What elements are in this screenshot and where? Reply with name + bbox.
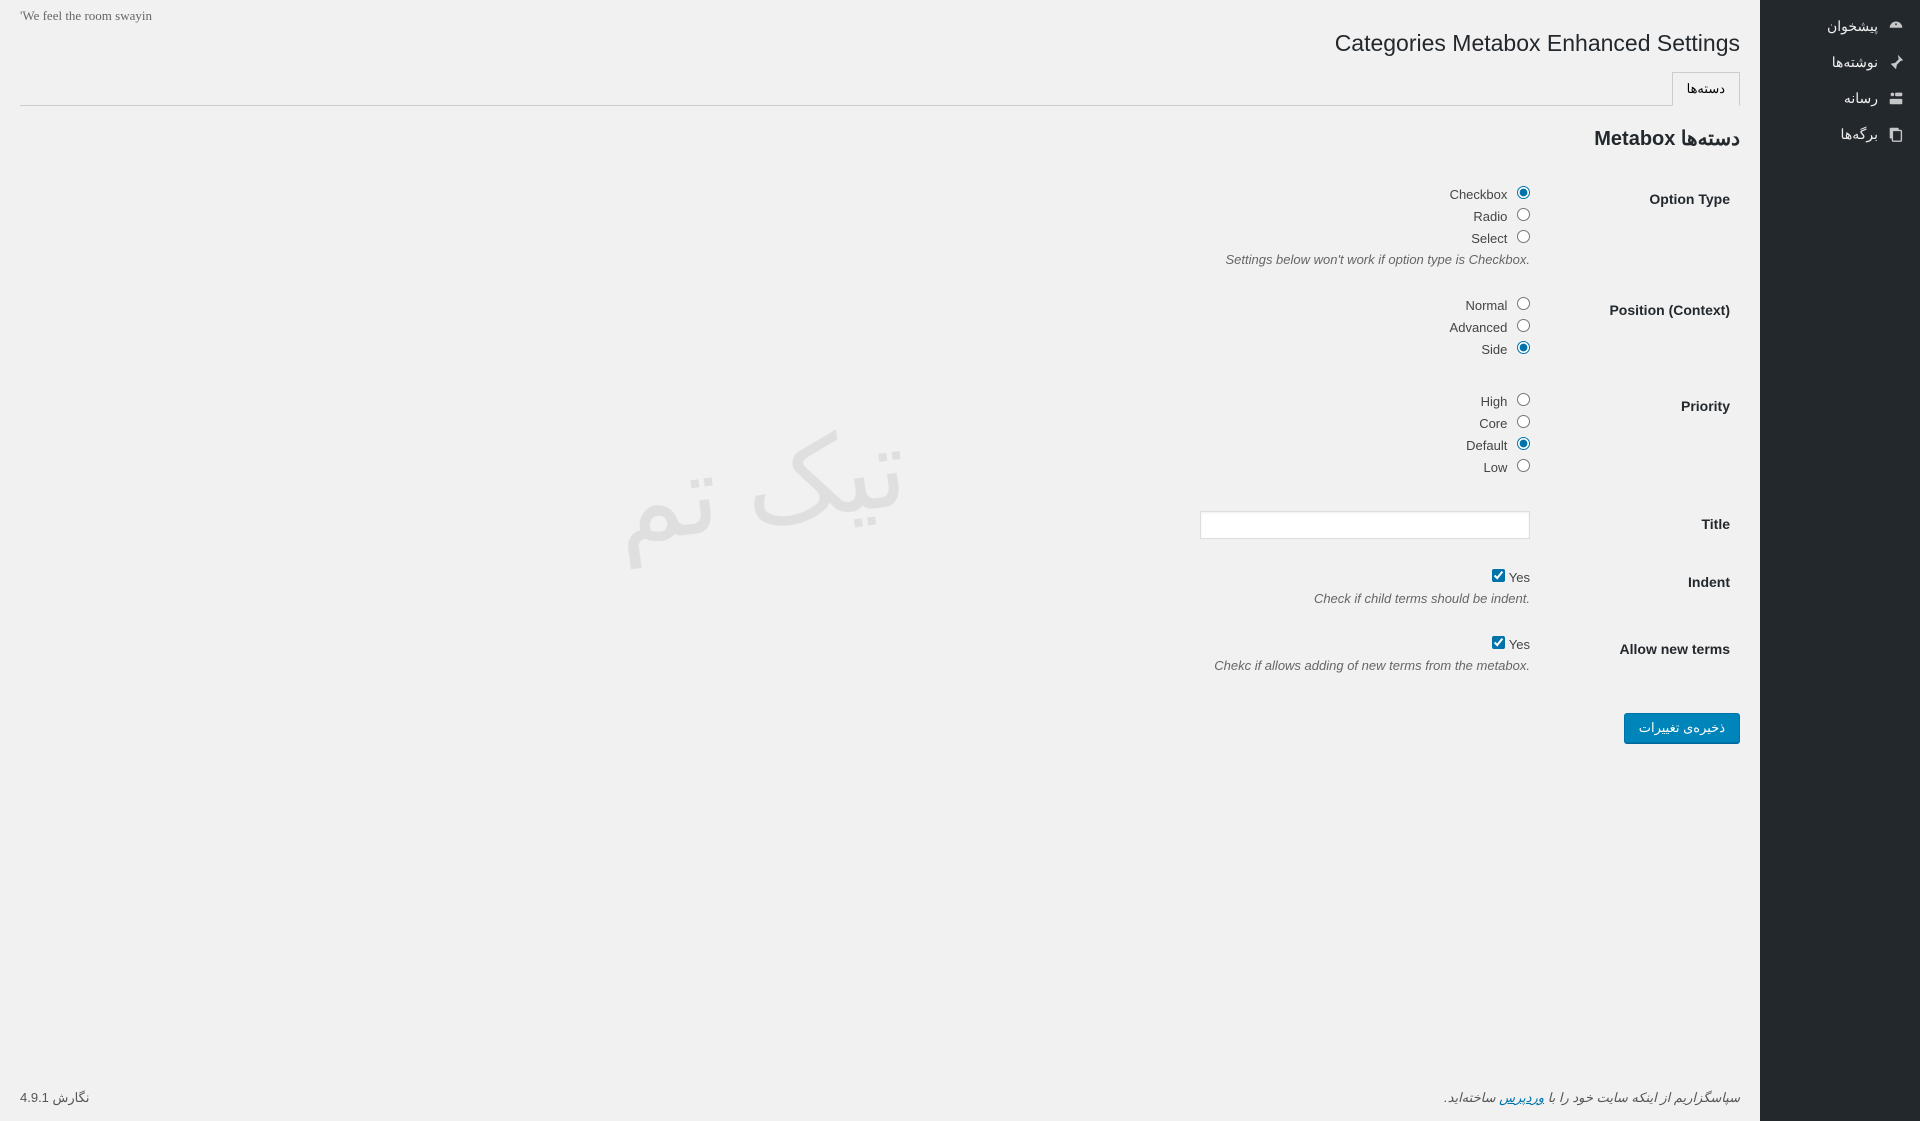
dashboard-icon (1886, 16, 1906, 36)
label-indent: Indent (1540, 554, 1740, 621)
label-priority: Priority (1540, 378, 1740, 496)
checkbox-indent[interactable] (1492, 569, 1505, 582)
option-type-select[interactable]: Select (30, 230, 1530, 246)
allow-new-yes[interactable]: Yes (1486, 637, 1530, 652)
indent-yes[interactable]: Yes (1486, 570, 1530, 585)
radio-normal[interactable] (1517, 297, 1530, 310)
pin-icon (1886, 52, 1906, 72)
allow-new-description: Chekc if allows adding of new terms from… (30, 658, 1530, 673)
media-icon (1886, 88, 1906, 108)
sidebar-item-posts[interactable]: نوشته‌ها (1760, 44, 1920, 80)
label-title: Title (1540, 496, 1740, 554)
radio-select[interactable] (1517, 230, 1530, 243)
footer: سپاسگزاریم از اینکه سایت خود را با وردپر… (0, 1075, 1760, 1121)
wordpress-link[interactable]: وردپرس (1499, 1090, 1544, 1105)
radio-side[interactable] (1517, 341, 1530, 354)
tabs: دسته‌ها (20, 72, 1740, 106)
position-advanced[interactable]: Advanced (30, 319, 1530, 335)
page-title: Categories Metabox Enhanced Settings (20, 30, 1740, 57)
sidebar-item-dashboard[interactable]: پیشخوان (1760, 8, 1920, 44)
title-input[interactable] (1200, 511, 1530, 539)
option-type-description: Settings below won't work if option type… (30, 252, 1530, 267)
sidebar-item-label: پیشخوان (1827, 18, 1878, 35)
tab-categories[interactable]: دسته‌ها (1672, 72, 1740, 106)
sidebar-item-label: رسانه (1844, 90, 1878, 107)
radio-default[interactable] (1517, 437, 1530, 450)
option-type-checkbox[interactable]: Checkbox (30, 186, 1530, 202)
priority-low[interactable]: Low (30, 459, 1530, 475)
radio-advanced[interactable] (1517, 319, 1530, 332)
sidebar-item-label: برگه‌ها (1841, 126, 1878, 143)
sidebar-item-label: نوشته‌ها (1832, 54, 1878, 71)
position-normal[interactable]: Normal (30, 297, 1530, 313)
checkbox-allow-new[interactable] (1492, 636, 1505, 649)
admin-sidebar: پیشخوان نوشته‌ها رسانه برگه‌ها (1760, 0, 1920, 1121)
radio-low[interactable] (1517, 459, 1530, 472)
sidebar-item-media[interactable]: رسانه (1760, 80, 1920, 116)
label-position: Position (Context) (1540, 282, 1740, 378)
priority-core[interactable]: Core (30, 415, 1530, 431)
priority-high[interactable]: High (30, 393, 1530, 409)
position-side[interactable]: Side (30, 341, 1530, 357)
label-allow-new: Allow new terms (1540, 621, 1740, 688)
radio-high[interactable] (1517, 393, 1530, 406)
version-label: نگارش 4.9.1 (20, 1090, 89, 1106)
save-button[interactable]: ذخیره‌ی تغییرات (1624, 713, 1740, 743)
page-icon (1886, 124, 1906, 144)
footer-thanks: سپاسگزاریم از اینکه سایت خود را با وردپر… (1444, 1090, 1740, 1106)
option-type-radio[interactable]: Radio (30, 208, 1530, 224)
radio-core[interactable] (1517, 415, 1530, 428)
sidebar-item-pages[interactable]: برگه‌ها (1760, 116, 1920, 152)
radio-radio[interactable] (1517, 208, 1530, 221)
indent-description: Check if child terms should be indent. (30, 591, 1530, 606)
radio-checkbox[interactable] (1517, 186, 1530, 199)
section-heading: دسته‌ها Metabox (20, 126, 1740, 151)
priority-default[interactable]: Default (30, 437, 1530, 453)
label-option-type: Option Type (1540, 171, 1740, 282)
